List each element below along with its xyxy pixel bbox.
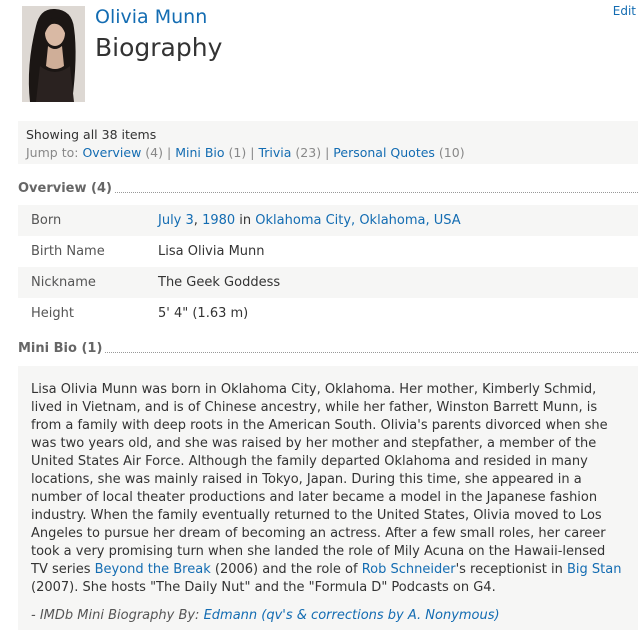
- section-divider: [114, 184, 638, 193]
- row-value: July 3, 1980 in Oklahoma City, Oklahoma,…: [158, 213, 638, 228]
- jump-separator: |: [250, 145, 255, 160]
- big-stan-link[interactable]: Big Stan: [567, 562, 621, 577]
- date-comma: ,: [193, 213, 203, 228]
- table-row-height: Height 5' 4" (1.63 m): [18, 298, 638, 329]
- jump-count-trivia: (23): [295, 145, 322, 160]
- jump-count-personal-quotes: (10): [438, 145, 465, 160]
- beyond-the-break-link[interactable]: Beyond the Break: [95, 562, 211, 577]
- edit-link[interactable]: Edit: [613, 4, 636, 18]
- bio-text-part: 's receptionist in: [455, 562, 568, 577]
- author-link[interactable]: Edmann (qv's & corrections by A. Nonymou…: [204, 608, 500, 623]
- page-title: Biography: [95, 33, 223, 62]
- page-header: Olivia Munn Biography Edit: [0, 0, 642, 112]
- row-value: 5' 4" (1.63 m): [158, 306, 249, 321]
- jump-count-overview: (4): [145, 145, 163, 160]
- byline-prefix: - IMDb Mini Biography By:: [31, 608, 204, 623]
- row-label: Height: [31, 306, 74, 321]
- mini-bio-box: Lisa Olivia Munn was born in Oklahoma Ci…: [18, 366, 638, 630]
- row-label: Born: [31, 213, 62, 228]
- jump-link-personal-quotes[interactable]: Personal Quotes: [333, 145, 435, 160]
- in-text: in: [235, 213, 256, 228]
- jump-separator: |: [167, 145, 172, 160]
- items-count: Showing all 38 items: [26, 127, 157, 142]
- row-label: Birth Name: [31, 244, 105, 259]
- bio-text-part: (2006) and the role of: [210, 562, 362, 577]
- mini-bio-text: Lisa Olivia Munn was born in Oklahoma Ci…: [31, 381, 626, 597]
- row-label: Nickname: [31, 275, 96, 290]
- bio-text-part: (2007). She hosts "The Daily Nut" and th…: [31, 580, 496, 595]
- bio-text-part: Lisa Olivia Munn was born in Oklahoma Ci…: [31, 382, 608, 577]
- section-divider: [105, 344, 638, 353]
- jump-link-trivia[interactable]: Trivia: [258, 145, 291, 160]
- table-row-nickname: Nickname The Geek Goddess: [18, 267, 638, 298]
- overview-table: Born July 3, 1980 in Oklahoma City, Okla…: [18, 205, 638, 329]
- profile-photo[interactable]: [22, 6, 85, 102]
- birth-year-link[interactable]: 1980: [202, 213, 235, 228]
- birth-date-link[interactable]: July 3: [158, 213, 194, 228]
- mini-bio-heading-text: Mini Bio (1): [18, 341, 103, 356]
- person-name-link[interactable]: Olivia Munn: [95, 6, 207, 28]
- jump-count-mini-bio: (1): [228, 145, 247, 160]
- birth-place-link[interactable]: Oklahoma City, Oklahoma, USA: [255, 213, 460, 228]
- overview-heading: Overview (4): [18, 181, 638, 196]
- table-row-born: Born July 3, 1980 in Oklahoma City, Okla…: [18, 205, 638, 236]
- row-value: The Geek Goddess: [158, 275, 281, 290]
- bio-byline: - IMDb Mini Biography By: Edmann (qv's &…: [31, 607, 626, 625]
- jump-link-overview[interactable]: Overview: [82, 145, 141, 160]
- table-row-birth-name: Birth Name Lisa Olivia Munn: [18, 236, 638, 267]
- rob-schneider-link[interactable]: Rob Schneider: [362, 562, 456, 577]
- jump-separator: |: [325, 145, 330, 160]
- portrait-image: [22, 6, 85, 102]
- jump-to-label: Jump to:: [26, 145, 83, 160]
- mini-bio-heading: Mini Bio (1): [18, 341, 638, 356]
- overview-heading-text: Overview (4): [18, 181, 112, 196]
- jump-to-nav: Jump to: Overview (4) | Mini Bio (1) | Trivi…: [26, 145, 630, 160]
- jump-to-box: Showing all 38 items Jump to: Overview (…: [18, 121, 638, 164]
- row-value: Lisa Olivia Munn: [158, 244, 265, 259]
- jump-link-mini-bio[interactable]: Mini Bio: [175, 145, 224, 160]
